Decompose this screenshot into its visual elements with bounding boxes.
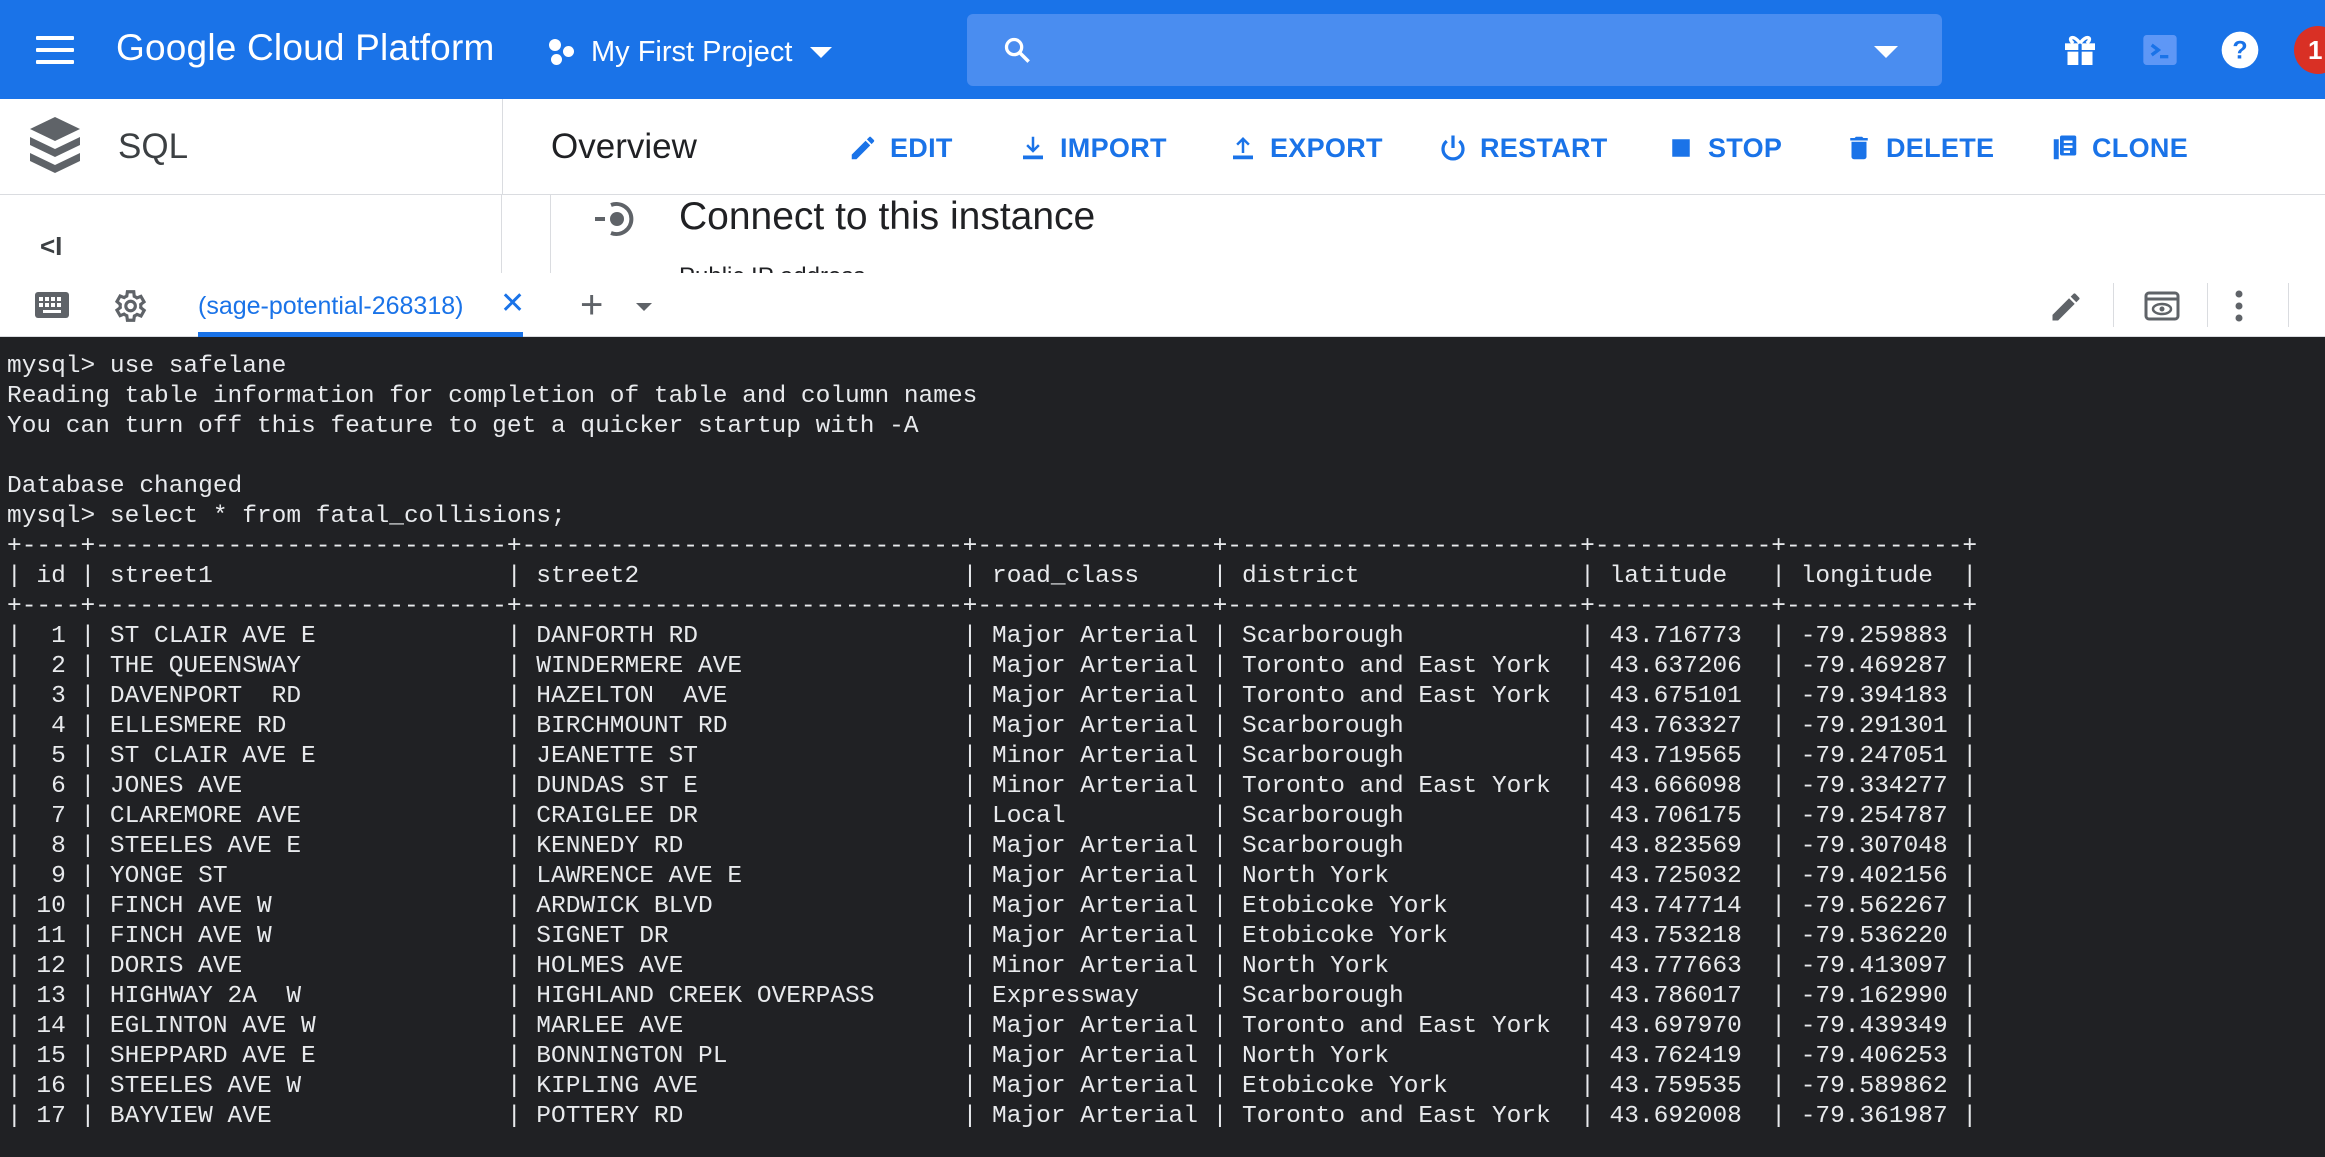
- table-row: | 12 | DORIS AVE | HOLMES AVE | Minor Ar…: [7, 953, 1978, 980]
- service-title: SQL: [118, 127, 189, 166]
- clone-icon: [2053, 135, 2077, 160]
- add-tab-button[interactable]: +: [580, 285, 603, 325]
- gift-icon[interactable]: [2060, 30, 2100, 70]
- restart-label: RESTART: [1480, 132, 1608, 163]
- chevron-down-icon[interactable]: [636, 303, 652, 311]
- export-label: EXPORT: [1270, 132, 1383, 163]
- table-header: | id | street1 | street2 | road_class | …: [7, 563, 1978, 590]
- search-icon: [1004, 37, 1030, 63]
- table-row: | 13 | HIGHWAY 2A W | HIGHLAND CREEK OVE…: [7, 983, 1978, 1010]
- connect-icon: [595, 202, 634, 236]
- menu-icon[interactable]: [36, 36, 74, 64]
- connect-title: Connect to this instance: [679, 195, 1096, 238]
- table-row: | 1 | ST CLAIR AVE E | DANFORTH RD | Maj…: [7, 623, 1978, 650]
- web-preview-icon[interactable]: [2144, 291, 2180, 321]
- table-row: | 8 | STEELES AVE E | KENNEDY RD | Major…: [7, 833, 1978, 860]
- power-icon: [1441, 135, 1465, 161]
- trash-icon: [1850, 136, 1868, 160]
- page-title: Overview: [551, 127, 697, 166]
- gear-icon[interactable]: [110, 287, 148, 325]
- terminal[interactable]: mysql> use safelane Reading table inform…: [0, 337, 2325, 1157]
- stop-icon: [1672, 139, 1690, 157]
- terminal-line: mysql> select * from fatal_collisions;: [7, 503, 566, 530]
- table-row: | 10 | FINCH AVE W | ARDWICK BLVD | Majo…: [7, 893, 1978, 920]
- table-row: | 14 | EGLINTON AVE W | MARLEE AVE | Maj…: [7, 1013, 1978, 1040]
- table-border: +----+----------------------------+-----…: [7, 593, 1978, 620]
- tab-label: (sage-potential-268318): [198, 292, 464, 320]
- table-row: | 17 | BAYVIEW AVE | POTTERY RD | Major …: [7, 1103, 1978, 1130]
- tab-sage-potential[interactable]: (sage-potential-268318) ✕: [198, 273, 525, 337]
- search-input[interactable]: [1057, 28, 1837, 72]
- clone-label: CLONE: [2092, 132, 2188, 163]
- divider: [2113, 283, 2114, 327]
- project-name: My First Project: [591, 35, 793, 68]
- terminal-line: Database changed: [7, 473, 243, 500]
- search-dropdown-icon[interactable]: [1874, 46, 1898, 58]
- table-row: | 9 | YONGE ST | LAWRENCE AVE E | Major …: [7, 863, 1978, 890]
- cloud-shell-icon[interactable]: [2140, 30, 2180, 70]
- connect-card: Connect to this instance Public IP addre…: [550, 195, 2325, 273]
- table-row: | 11 | FINCH AVE W | SIGNET DR | Major A…: [7, 923, 1978, 950]
- export-button[interactable]: EXPORT: [1228, 130, 1383, 166]
- table-row: | 7 | CLAREMORE AVE | CRAIGLEE DR | Loca…: [7, 803, 1978, 830]
- restart-button[interactable]: RESTART: [1438, 130, 1608, 166]
- import-label: IMPORT: [1060, 132, 1167, 163]
- close-icon[interactable]: ✕: [500, 289, 525, 319]
- sql-logo-icon: [30, 117, 80, 173]
- table-row: | 15 | SHEPPARD AVE E | BONNINGTON PL | …: [7, 1043, 1978, 1070]
- content-area: <I Connect to this instance Public IP ad…: [0, 195, 2325, 273]
- notification-badge[interactable]: 1: [2294, 26, 2325, 74]
- brand-title[interactable]: Google Cloud Platform: [116, 27, 495, 69]
- table-row: | 6 | JONES AVE | DUNDAS ST E | Minor Ar…: [7, 773, 1978, 800]
- table-row: | 2 | THE QUEENSWAY | WINDERMERE AVE | M…: [7, 653, 1978, 680]
- edit-label: EDIT: [890, 132, 953, 163]
- project-icon: [547, 37, 577, 67]
- pencil-icon: [851, 136, 875, 160]
- sub-toolbar: SQL Overview EDIT IMPORT EXPORT RESTART …: [0, 99, 2325, 195]
- table-row: | 4 | ELLESMERE RD | BIRCHMOUNT RD | Maj…: [7, 713, 1978, 740]
- project-selector[interactable]: My First Project: [547, 30, 833, 74]
- stop-button[interactable]: STOP: [1666, 130, 1782, 166]
- public-ip-label: Public IP address: [679, 263, 865, 273]
- table-border: +----+----------------------------+-----…: [7, 533, 1978, 560]
- chevron-down-icon: [810, 46, 833, 58]
- export-icon: [1233, 137, 1253, 160]
- import-icon: [1023, 136, 1043, 160]
- keyboard-icon[interactable]: [34, 291, 70, 319]
- terminal-line: You can turn off this feature to get a q…: [7, 413, 919, 440]
- table-row: | 3 | DAVENPORT RD | HAZELTON AVE | Majo…: [7, 683, 1978, 710]
- divider: [2288, 283, 2289, 327]
- help-icon[interactable]: ?: [2220, 30, 2260, 70]
- divider: [502, 99, 503, 195]
- table-row: | 16 | STEELES AVE W | KIPLING AVE | Maj…: [7, 1073, 1978, 1100]
- search-bar[interactable]: [967, 14, 1942, 86]
- clone-button[interactable]: CLONE: [2050, 130, 2188, 166]
- cloud-shell-toolbar: (sage-potential-268318) ✕ +: [0, 273, 2325, 337]
- table-row: | 5 | ST CLAIR AVE E | JEANETTE ST | Min…: [7, 743, 1978, 770]
- delete-label: DELETE: [1886, 132, 1995, 163]
- import-button[interactable]: IMPORT: [1018, 130, 1167, 166]
- stop-label: STOP: [1708, 132, 1783, 163]
- edit-button[interactable]: EDIT: [848, 130, 953, 166]
- more-vert-icon[interactable]: [2232, 289, 2246, 323]
- terminal-line: mysql> use safelane: [7, 353, 287, 380]
- divider: [2207, 283, 2208, 327]
- left-nav-pane: <I: [0, 195, 502, 273]
- editor-pencil-icon[interactable]: [2048, 289, 2084, 325]
- delete-button[interactable]: DELETE: [1844, 130, 1994, 166]
- terminal-line: Reading table information for completion…: [7, 383, 978, 410]
- top-app-bar: Google Cloud Platform My First Project ?…: [0, 0, 2325, 99]
- collapse-nav-button[interactable]: <I: [40, 231, 62, 262]
- svg-text:?: ?: [2232, 36, 2247, 64]
